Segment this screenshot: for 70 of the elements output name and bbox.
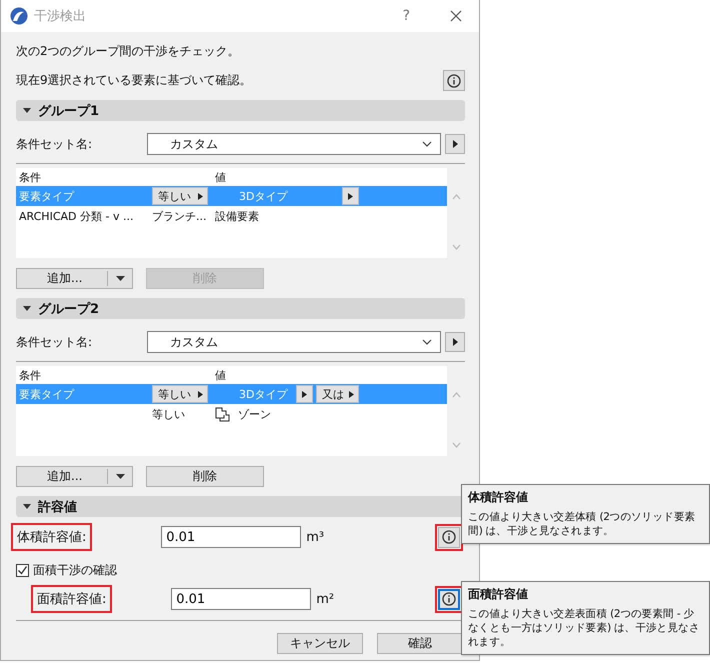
area-tolerance-field[interactable]: 0.01	[171, 588, 312, 610]
triangle-icon	[23, 108, 31, 114]
condition-cell: ARCHICAD 分類 - v ...	[19, 208, 134, 224]
column-header: 値	[214, 170, 227, 186]
add-button[interactable]: 追加...	[16, 466, 133, 487]
chevron-down-icon	[422, 339, 432, 345]
triangle-icon	[23, 504, 31, 510]
confirm-button[interactable]: 確認	[377, 633, 463, 654]
operator-cell: ブランチ...	[152, 208, 206, 224]
tooltip-text: この値より大きい交差体積 (2つのソリッド要素間) は、干渉と見なされます。	[468, 510, 696, 538]
operator-button[interactable]: 等しい	[152, 187, 208, 205]
area-tolerance-label: 面積許容値:	[31, 585, 112, 613]
caret-icon	[116, 276, 125, 281]
table-row[interactable]: 等しい ゾーン	[16, 404, 448, 424]
or-button[interactable]: 又は	[316, 385, 360, 403]
selection-note: 現在9選択されている要素に基づいて確認。	[16, 72, 252, 89]
operator-button[interactable]: 等しい	[152, 385, 208, 403]
caret-icon	[116, 474, 125, 479]
unit-label: m²	[316, 592, 336, 606]
play-arrow-button[interactable]	[445, 134, 465, 154]
value-cell: ゾーン	[238, 406, 271, 422]
triangle-icon	[349, 390, 354, 398]
value-cell: 設備要素	[215, 208, 259, 224]
table-row[interactable]: ARCHICAD 分類 - v ... ブランチ... 設備要素	[16, 206, 448, 226]
triangle-icon	[452, 140, 458, 148]
volume-tolerance-field[interactable]: 0.01	[161, 526, 302, 548]
volume-tolerance-label: 体積許容値:	[11, 523, 92, 551]
triangle-icon	[302, 390, 308, 398]
column-header: 条件	[18, 368, 42, 384]
info-button[interactable]	[438, 526, 460, 548]
info-button[interactable]	[438, 588, 460, 610]
column-header: 値	[214, 368, 227, 384]
value-cell: 3Dタイプ	[239, 386, 288, 402]
condition-set-label: 条件セット名:	[16, 334, 94, 350]
operator-cell: 等しい	[152, 406, 185, 422]
add-button[interactable]: 追加...	[16, 268, 133, 289]
app-logo-icon	[10, 7, 28, 25]
delete-button[interactable]: 削除	[146, 466, 264, 487]
tooltip-title: 体積許容値	[468, 489, 529, 506]
condition-set-dropdown[interactable]: カスタム	[147, 133, 441, 155]
column-header: 条件	[18, 170, 42, 186]
play-arrow-button[interactable]	[296, 385, 314, 403]
triangle-icon	[198, 192, 203, 200]
table-row[interactable]: 要素タイプ 等しい 3Dタイプ 又は	[16, 384, 448, 404]
condition-set-dropdown[interactable]: カスタム	[147, 331, 441, 353]
condition-cell: 要素タイプ	[19, 386, 74, 402]
section-header[interactable]: グループ2	[16, 298, 465, 319]
help-button[interactable]: ?	[402, 8, 410, 24]
checkbox[interactable]	[16, 564, 29, 577]
cancel-button[interactable]: キャンセル	[277, 633, 363, 654]
triangle-icon	[348, 192, 354, 200]
condition-cell: 要素タイプ	[19, 188, 74, 204]
triangle-icon	[23, 306, 31, 312]
triangle-icon	[452, 338, 458, 346]
unit-label: m³	[306, 530, 326, 544]
window-title: 干渉検出	[34, 8, 86, 25]
play-arrow-button[interactable]	[342, 187, 360, 205]
info-button[interactable]	[443, 70, 465, 91]
close-icon[interactable]	[450, 10, 462, 22]
chevron-down-icon	[422, 141, 432, 147]
table-row[interactable]: 要素タイプ 等しい 3Dタイプ	[16, 186, 448, 206]
tooltip-title: 面積許容値	[468, 586, 529, 603]
value-cell: 3Dタイプ	[239, 188, 288, 204]
tooltip-text: この値より大きい交差表面積 (2つの要素間 - 少なくとも一方はソリッド要素) は、干渉と見なされます。	[468, 607, 701, 649]
section-header[interactable]: グループ1	[16, 100, 465, 121]
triangle-icon	[198, 390, 203, 398]
condition-set-label: 条件セット名:	[16, 136, 94, 152]
play-arrow-button[interactable]	[445, 332, 465, 352]
checkbox-label: 面積干渉の確認	[33, 562, 117, 579]
intro-text: 次の2つのグループ間の干渉をチェック。	[16, 43, 241, 60]
